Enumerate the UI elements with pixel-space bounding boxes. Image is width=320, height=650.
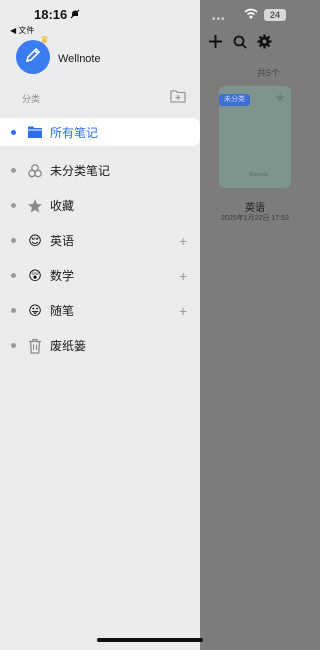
add-note-plus-icon[interactable]: + xyxy=(179,233,187,249)
notebook-card: 未分类 ★ Wellnote xyxy=(219,86,291,188)
sidebar-item-trash[interactable]: 废纸篓 xyxy=(0,328,200,363)
hushed-face-emoji: 😲 xyxy=(28,267,42,283)
add-note-plus-icon[interactable]: + xyxy=(179,268,187,284)
bullet-dot xyxy=(11,308,16,313)
star-icon: ★ xyxy=(274,90,286,105)
home-indicator[interactable] xyxy=(97,638,203,642)
search-icon xyxy=(233,35,247,54)
crown-icon: ♛ xyxy=(40,35,49,46)
sidebar-item-favorites[interactable]: 收藏 xyxy=(0,188,200,223)
gear-icon xyxy=(257,34,272,54)
add-folder-icon[interactable] xyxy=(170,89,186,108)
cover-logo: Wellnote xyxy=(249,172,269,178)
add-note-plus-icon[interactable]: + xyxy=(179,303,187,319)
signal-dots: ••• xyxy=(212,14,226,25)
background-toolbar xyxy=(208,34,272,54)
back-to-files-link[interactable]: ◀ 文件 xyxy=(10,25,34,36)
tongue-face-emoji: 😛 xyxy=(28,302,42,318)
bullet-dot xyxy=(11,343,16,348)
notebook-date: 2025年1月22日 17:53 xyxy=(221,215,289,222)
bullet-dot xyxy=(11,238,16,243)
uncategorized-badge: 未分类 xyxy=(219,94,250,106)
battery-indicator: 24 xyxy=(264,9,286,21)
sidebar-item-math[interactable]: 😲 数学 + xyxy=(0,258,200,293)
notebook-title: 英语 xyxy=(245,203,265,214)
sidebar-item-label: 收藏 xyxy=(50,199,75,213)
sidebar-item-label: 数学 xyxy=(50,269,75,283)
plus-icon xyxy=(208,34,223,54)
sidebar-drawer: 18:16 ◀ 文件 ♛ Wellnote 分类 所有笔记 未分类笔记 收藏 😌… xyxy=(0,0,200,650)
bullet-dot xyxy=(11,273,16,278)
status-icons-right: 24 xyxy=(244,8,286,22)
section-label: 分类 xyxy=(22,94,41,104)
bullet-dot xyxy=(11,203,16,208)
folder-icon xyxy=(27,124,43,140)
sidebar-item-label: 英语 xyxy=(50,234,75,248)
bullet-dot xyxy=(11,168,16,173)
clock-text: 18:16 xyxy=(34,7,68,22)
trash-icon xyxy=(27,338,43,354)
sidebar-item-uncategorized[interactable]: 未分类笔记 xyxy=(0,153,200,188)
pen-icon xyxy=(24,46,42,69)
sidebar-item-label: 未分类笔记 xyxy=(50,164,111,178)
relieved-face-emoji: 😌 xyxy=(28,232,42,248)
circles-icon xyxy=(27,163,43,179)
notebook-count: 共5个 xyxy=(256,68,280,78)
sidebar-item-label: 随笔 xyxy=(50,304,75,318)
status-time: 18:16 xyxy=(34,7,80,22)
sidebar-item-all-notes[interactable]: 所有笔记 xyxy=(0,118,200,146)
category-list: 所有笔记 未分类笔记 收藏 😌 英语 + 😲 数学 + 😛 随笔 + 废纸篓 xyxy=(0,118,200,363)
sidebar-item-label: 废纸篓 xyxy=(50,339,87,353)
star-icon xyxy=(27,198,43,214)
app-name: Wellnote xyxy=(58,53,101,65)
wifi-icon xyxy=(244,8,258,22)
bell-slash-icon xyxy=(70,7,80,22)
sidebar-item-essays[interactable]: 😛 随笔 + xyxy=(0,293,200,328)
sidebar-item-english[interactable]: 😌 英语 + xyxy=(0,223,200,258)
sidebar-item-label: 所有笔记 xyxy=(50,125,99,140)
active-dot xyxy=(11,129,16,135)
